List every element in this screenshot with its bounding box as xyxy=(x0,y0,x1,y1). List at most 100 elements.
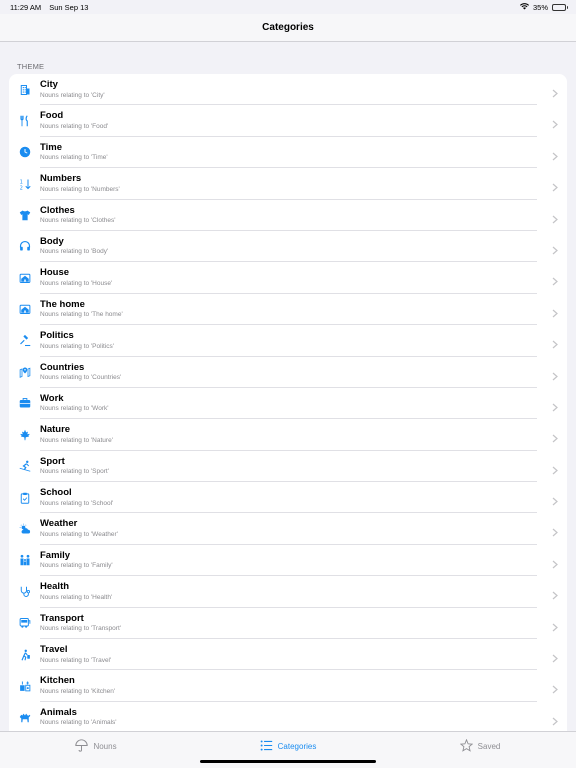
family-icon xyxy=(18,554,31,567)
tab-saved[interactable]: Saved xyxy=(384,732,576,768)
tab-nouns[interactable]: Nouns xyxy=(0,732,192,768)
category-row-travel[interactable]: Travel Nouns relating to 'Travel' xyxy=(9,639,567,671)
category-row-house[interactable]: House Nouns relating to 'House' xyxy=(9,262,567,294)
tab-label: Nouns xyxy=(93,741,117,751)
category-row-the-home[interactable]: The home Nouns relating to 'The home' xyxy=(9,294,567,326)
home-indicator[interactable] xyxy=(200,760,376,763)
category-row-transport[interactable]: Transport Nouns relating to 'Transport' xyxy=(9,608,567,640)
row-title: The home xyxy=(40,298,85,310)
row-subtitle: Nouns relating to 'Numbers' xyxy=(40,185,120,193)
wifi-icon xyxy=(519,2,529,12)
row-texts: Animals Nouns relating to 'Animals' xyxy=(40,707,537,731)
status-date: Sun Sep 13 xyxy=(49,2,89,12)
svg-text:2: 2 xyxy=(19,185,22,190)
traveler-icon xyxy=(18,648,31,661)
umbrella-icon xyxy=(75,738,89,754)
category-row-animals[interactable]: Animals Nouns relating to 'Animals' xyxy=(9,702,567,731)
chevron-right-icon xyxy=(552,493,558,506)
chevron-right-icon xyxy=(552,713,558,726)
category-row-nature[interactable]: Nature Nouns relating to 'Nature' xyxy=(9,419,567,451)
category-list: City Nouns relating to 'City' Food Nouns re… xyxy=(9,74,567,731)
row-subtitle: Nouns relating to 'House' xyxy=(40,279,113,287)
row-subtitle: Nouns relating to 'Kitchen' xyxy=(40,687,116,695)
row-title: Health xyxy=(40,581,70,593)
row-subtitle: Nouns relating to 'Health' xyxy=(40,593,113,601)
row-title: Nature xyxy=(40,424,71,436)
row-texts: Weather Nouns relating to 'Weather' xyxy=(40,518,537,545)
row-texts: House Nouns relating to 'House' xyxy=(40,267,537,294)
row-texts: Numbers Nouns relating to 'Numbers' xyxy=(40,173,537,200)
home-icon xyxy=(18,303,31,316)
category-row-food[interactable]: Food Nouns relating to 'Food' xyxy=(9,105,567,137)
row-subtitle: Nouns relating to 'Food' xyxy=(40,122,109,130)
briefcase-icon xyxy=(18,397,31,410)
row-texts: Transport Nouns relating to 'Transport' xyxy=(40,612,537,640)
chevron-right-icon xyxy=(552,85,558,98)
row-subtitle: Nouns relating to 'Time' xyxy=(40,154,108,162)
row-texts: Food Nouns relating to 'Food' xyxy=(40,110,537,137)
category-row-school[interactable]: School Nouns relating to 'School' xyxy=(9,482,567,514)
battery-icon xyxy=(552,3,568,11)
row-texts: Countries Nouns relating to 'Countries' xyxy=(40,362,537,388)
fork-knife-icon xyxy=(18,114,31,127)
row-title: City xyxy=(40,79,58,90)
status-time: 11:29 AM xyxy=(10,2,42,12)
row-subtitle: Nouns relating to 'Politics' xyxy=(40,342,115,350)
chevron-right-icon xyxy=(552,116,558,129)
category-row-health[interactable]: Health Nouns relating to 'Health' xyxy=(9,576,567,608)
category-row-work[interactable]: Work Nouns relating to 'Work' xyxy=(9,388,567,420)
category-row-clothes[interactable]: Clothes Nouns relating to 'Clothes' xyxy=(9,200,567,231)
row-subtitle: Nouns relating to 'Sport' xyxy=(40,468,109,476)
category-row-countries[interactable]: Countries Nouns relating to 'Countries' xyxy=(9,357,567,388)
chevron-right-icon xyxy=(552,650,558,663)
category-row-weather[interactable]: Weather Nouns relating to 'Weather' xyxy=(9,513,567,545)
chevron-right-icon xyxy=(552,399,558,412)
row-texts: Clothes Nouns relating to 'Clothes' xyxy=(40,205,537,231)
row-subtitle: Nouns relating to 'Body' xyxy=(40,248,109,256)
row-title: Family xyxy=(40,549,71,561)
row-texts: Family Nouns relating to 'Family' xyxy=(40,549,537,577)
row-texts: Work Nouns relating to 'Work' xyxy=(40,392,537,420)
category-row-time[interactable]: Time Nouns relating to 'Time' xyxy=(9,137,567,169)
status-bar: 11:29 AM Sun Sep 13 35% xyxy=(0,0,576,14)
row-subtitle: Nouns relating to 'Travel' xyxy=(40,656,112,664)
map-pin-icon xyxy=(18,366,31,379)
category-row-numbers[interactable]: 1 2 Numbers Nouns relating to 'Numbers' xyxy=(9,168,567,200)
gavel-icon xyxy=(18,334,31,347)
clock-icon xyxy=(18,146,31,159)
row-title: Weather xyxy=(40,518,78,530)
row-subtitle: Nouns relating to 'City' xyxy=(40,91,105,99)
chevron-right-icon xyxy=(552,336,558,349)
kitchen-icon xyxy=(18,679,31,692)
category-row-family[interactable]: Family Nouns relating to 'Family' xyxy=(9,545,567,577)
chevron-right-icon xyxy=(552,619,558,632)
row-texts: Politics Nouns relating to 'Politics' xyxy=(40,330,537,357)
numbers-sort-icon: 12 xyxy=(18,177,31,190)
row-texts: School Nouns relating to 'School' xyxy=(40,487,537,514)
row-title: Transport xyxy=(40,612,84,624)
row-texts: Health Nouns relating to 'Health' xyxy=(40,581,537,608)
category-row-politics[interactable]: Politics Nouns relating to 'Politics' xyxy=(9,325,567,357)
category-row-body[interactable]: Body Nouns relating to 'Body' xyxy=(9,231,567,263)
row-texts: Sport Nouns relating to 'Sport' xyxy=(40,456,537,483)
tshirt-icon xyxy=(18,209,31,222)
row-title: Work xyxy=(40,392,64,404)
category-row-sport[interactable]: Sport Nouns relating to 'Sport' xyxy=(9,451,567,483)
row-title: School xyxy=(40,487,72,499)
row-subtitle: Nouns relating to 'Clothes' xyxy=(40,217,116,225)
row-title: Body xyxy=(40,235,64,247)
chevron-right-icon xyxy=(552,368,558,380)
chevron-right-icon xyxy=(552,179,558,192)
row-title: Numbers xyxy=(40,173,82,185)
row-title: Animals xyxy=(40,706,77,718)
row-subtitle: Nouns relating to 'The home' xyxy=(40,311,123,319)
row-texts: Travel Nouns relating to 'Travel' xyxy=(40,644,537,671)
category-row-kitchen[interactable]: Kitchen Nouns relating to 'Kitchen' xyxy=(9,670,567,702)
list-icon xyxy=(260,739,273,754)
row-title: Food xyxy=(40,110,64,122)
row-subtitle: Nouns relating to 'Transport' xyxy=(40,625,122,633)
category-row-city[interactable]: City Nouns relating to 'City' xyxy=(9,74,567,106)
row-title: Politics xyxy=(40,330,74,342)
row-title: Clothes xyxy=(40,204,75,216)
tab-label: Categories xyxy=(277,741,317,751)
